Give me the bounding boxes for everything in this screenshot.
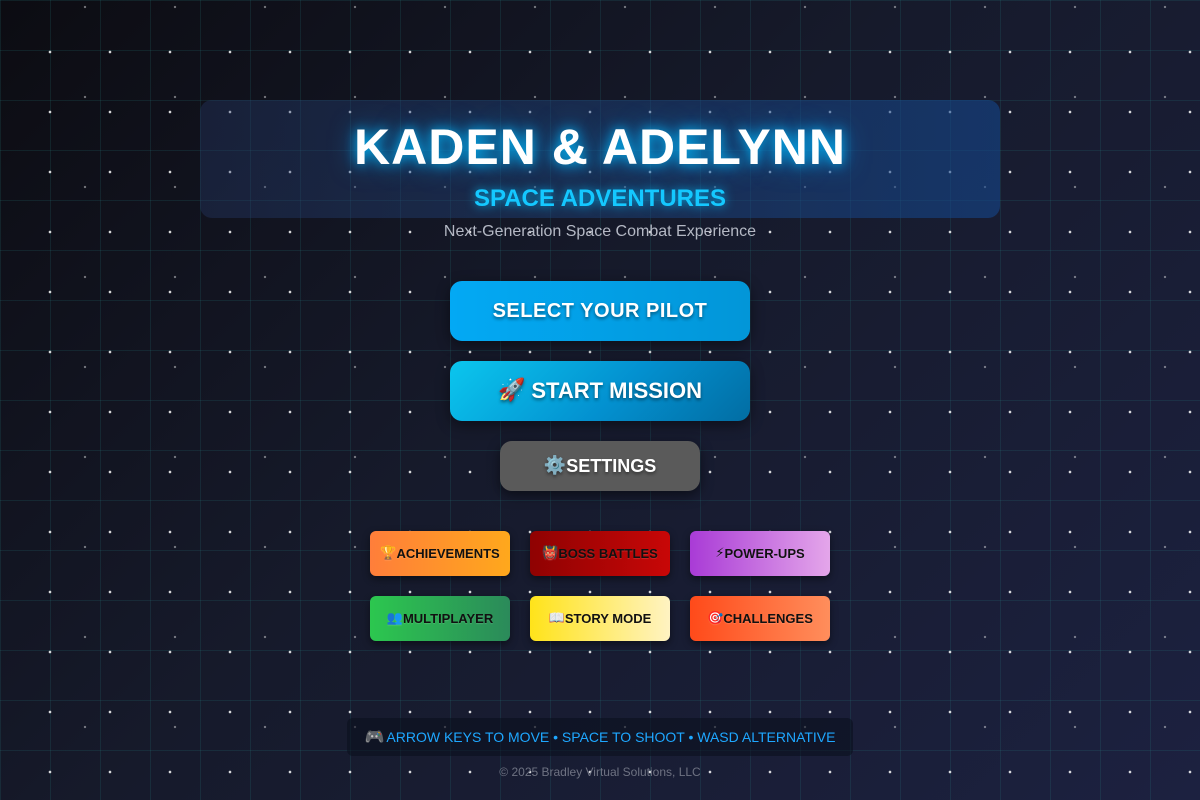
people-icon: 👥	[386, 611, 403, 626]
settings-label: SETTINGS	[566, 455, 657, 476]
select-pilot-button[interactable]: SELECT YOUR PILOT	[450, 281, 750, 341]
challenges-label: CHALLENGES	[723, 611, 813, 626]
boss-battles-button[interactable]: 👹 BOSS BATTLES	[530, 531, 670, 576]
challenges-button[interactable]: 🎯 CHALLENGES	[690, 596, 830, 641]
tagline: Next-Generation Space Combat Experience	[443, 223, 757, 240]
start-mission-button[interactable]: 🚀 START MISSION	[450, 361, 750, 421]
story-mode-button[interactable]: 📖 STORY MODE	[530, 596, 670, 641]
power-ups-label: POWER-UPS	[724, 546, 805, 561]
target-icon: 🎯	[707, 611, 724, 626]
achievements-label: ACHIEVEMENTS	[396, 546, 500, 561]
achievements-button[interactable]: 🏆 ACHIEVEMENTS	[370, 531, 510, 576]
start-mission-label: START MISSION	[531, 378, 703, 403]
gamepad-icon: 🎮	[364, 727, 385, 746]
ogre-icon: 👹	[542, 546, 559, 561]
power-ups-button[interactable]: ⚡ POWER-UPS	[690, 531, 830, 576]
multiplayer-button[interactable]: 👥 MULTIPLAYER	[370, 596, 510, 641]
trophy-icon: 🏆	[380, 546, 397, 561]
controls-text: ARROW KEYS TO MOVE • SPACE TO SHOOT • WA…	[386, 729, 836, 745]
rocket-icon: 🚀	[497, 378, 526, 403]
gear-icon: ⚙️	[543, 455, 567, 476]
story-mode-label: STORY MODE	[564, 611, 652, 626]
boss-battles-label: BOSS BATTLES	[558, 546, 658, 561]
settings-button[interactable]: ⚙️ SETTINGS	[500, 441, 700, 491]
book-icon: 📖	[548, 611, 565, 626]
copyright-text: © 2025 Bradley Virtual Solutions, LLC	[499, 765, 701, 779]
multiplayer-label: MULTIPLAYER	[402, 611, 494, 626]
game-subtitle: SPACE ADVENTURES	[473, 185, 727, 212]
controls-hint: 🎮 ARROW KEYS TO MOVE • SPACE TO SHOOT • …	[347, 718, 853, 756]
game-title: KADEN & ADELYNN	[354, 119, 846, 175]
select-pilot-label: SELECT YOUR PILOT	[492, 299, 708, 322]
